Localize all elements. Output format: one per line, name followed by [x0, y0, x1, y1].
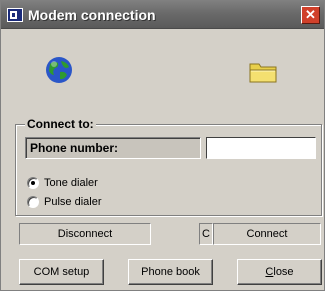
folder-icon[interactable]: [248, 60, 278, 84]
close-button-label: Close: [265, 266, 294, 278]
close-icon[interactable]: ✕: [301, 6, 320, 24]
phone-number-input[interactable]: [206, 137, 316, 159]
tone-dialer-radio[interactable]: [27, 177, 39, 189]
pulse-dialer-option[interactable]: Pulse dialer: [27, 195, 101, 209]
modem-connection-window: Modem connection ✕ Connect to: Phone num…: [0, 0, 325, 291]
window-title: Modem connection: [28, 7, 156, 23]
pulse-dialer-radio[interactable]: [27, 196, 39, 208]
c-button[interactable]: C: [199, 223, 213, 245]
tone-dialer-label: Tone dialer: [44, 177, 98, 189]
title-bar[interactable]: Modem connection ✕: [1, 1, 324, 29]
phone-book-button[interactable]: Phone book: [128, 259, 213, 285]
globe-icon: [46, 57, 72, 83]
tone-dialer-option[interactable]: Tone dialer: [27, 176, 98, 190]
connect-button[interactable]: Connect: [213, 223, 321, 245]
disconnect-button[interactable]: Disconnect: [19, 223, 151, 245]
phone-number-label: Phone number:: [25, 137, 201, 159]
modem-app-icon: [7, 8, 23, 22]
connect-to-title: Connect to:: [25, 117, 96, 131]
close-button[interactable]: Close: [237, 259, 322, 285]
com-setup-button[interactable]: COM setup: [19, 259, 104, 285]
pulse-dialer-label: Pulse dialer: [44, 196, 102, 208]
